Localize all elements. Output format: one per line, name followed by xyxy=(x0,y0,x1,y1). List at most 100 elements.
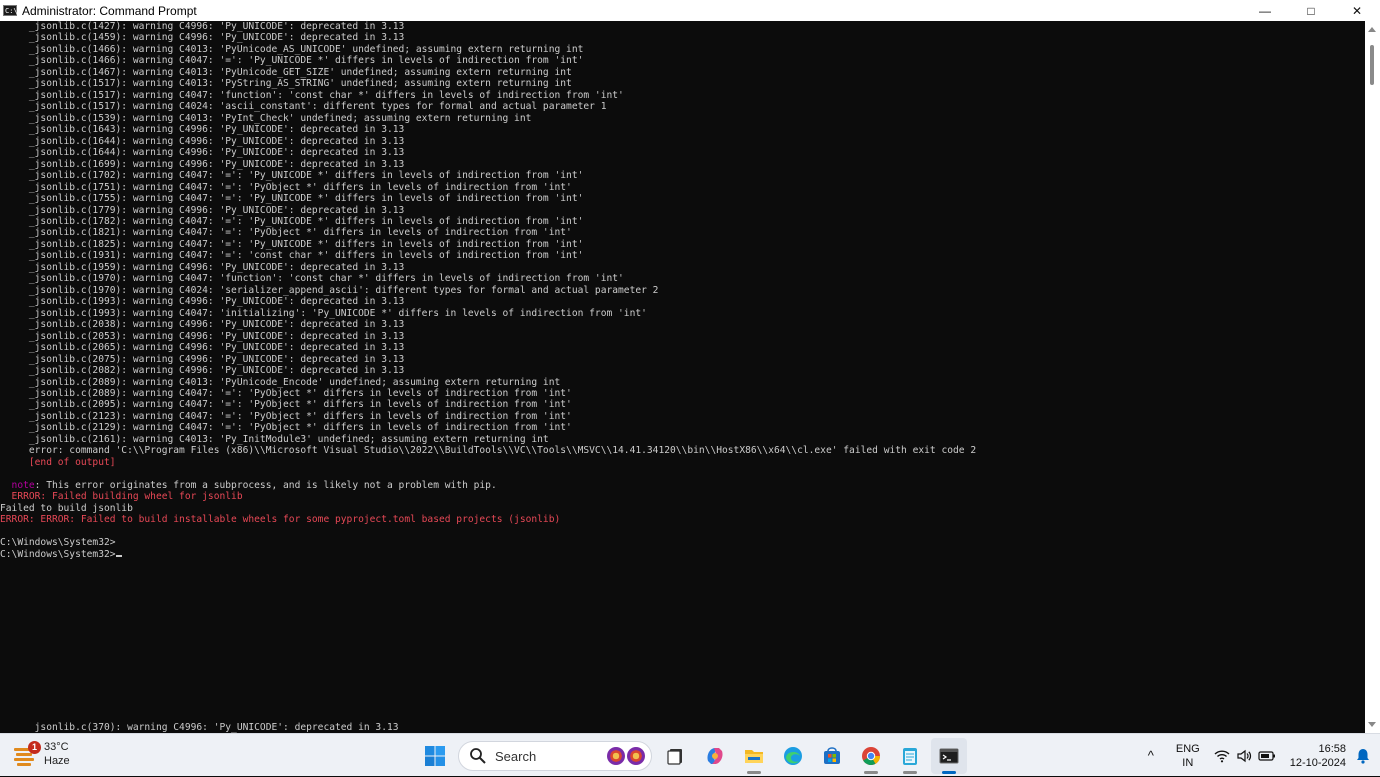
console-line-text: _jsonlib.c(1782): warning C4047: '=': 'P… xyxy=(0,215,584,227)
terminal-icon xyxy=(939,748,959,764)
console-line: ERROR: Failed building wheel for jsonlib xyxy=(0,491,976,502)
console-line: _jsonlib.c(2089): warning C4013: 'PyUnic… xyxy=(0,377,976,388)
console-line-text: _jsonlib.c(1467): warning C4013: 'PyUnic… xyxy=(0,66,572,78)
console-line-text: _jsonlib.c(1466): warning C4013: 'PyUnic… xyxy=(0,43,584,55)
console-line: _jsonlib.c(1467): warning C4013: 'PyUnic… xyxy=(0,67,976,78)
console-line-text: _jsonlib.c(1644): warning C4996: 'Py_UNI… xyxy=(0,147,405,159)
console-output[interactable]: _jsonlib.c(1427): warning C4996: 'Py_UNI… xyxy=(0,21,1365,733)
console-line-text: _jsonlib.c(2065): warning C4996: 'Py_UNI… xyxy=(0,342,405,354)
clock-date: 12-10-2024 xyxy=(1289,756,1346,769)
wifi-icon[interactable] xyxy=(1214,749,1230,763)
console-line-text: _jsonlib.c(1993): warning C4047: 'initia… xyxy=(0,307,647,319)
console-line-text: _jsonlib.c(1825): warning C4047: '=': 'P… xyxy=(0,238,584,250)
maximize-button[interactable]: □ xyxy=(1288,0,1334,21)
running-indicator xyxy=(864,771,878,774)
text-cursor xyxy=(115,554,122,557)
console-line-text: _jsonlib.c(1466): warning C4047: '=': 'P… xyxy=(0,55,584,67)
haze-weather-icon: 1 xyxy=(14,741,41,766)
console-line-text: _jsonlib.c(2038): warning C4996: 'Py_UNI… xyxy=(0,319,405,331)
edge-button[interactable] xyxy=(775,738,811,774)
console-line: _jsonlib.c(2089): warning C4047: '=': 'P… xyxy=(0,388,976,399)
chrome-button[interactable] xyxy=(853,738,889,774)
battery-icon[interactable] xyxy=(1258,750,1276,762)
search-highlight-icon xyxy=(605,747,645,765)
console-line-segment: note xyxy=(0,479,35,491)
console-line-text: _jsonlib.c(1699): warning C4996: 'Py_UNI… xyxy=(0,158,405,170)
console-line-text: _jsonlib.c(2075): warning C4996: 'Py_UNI… xyxy=(0,353,405,365)
console-line-text: _jsonlib.c(1821): warning C4047: '=': 'P… xyxy=(0,227,572,239)
notification-bell-icon[interactable] xyxy=(1356,748,1370,764)
minimize-button[interactable]: — xyxy=(1242,0,1288,21)
folder-icon xyxy=(745,750,763,763)
volume-icon[interactable] xyxy=(1236,749,1252,763)
console-line: _jsonlib.c(2075): warning C4996: 'Py_UNI… xyxy=(0,354,976,365)
console-line-text: _jsonlib.c(2095): warning C4047: '=': 'P… xyxy=(0,399,572,411)
console-line-text: _jsonlib.c(1459): warning C4996: 'Py_UNI… xyxy=(0,32,405,44)
console-line-text: _jsonlib.c(2129): warning C4047: '=': 'P… xyxy=(0,422,572,434)
console-line-text: _jsonlib.c(1643): warning C4996: 'Py_UNI… xyxy=(0,124,405,136)
console-line: _jsonlib.c(1644): warning C4996: 'Py_UNI… xyxy=(0,147,976,158)
console-line: _jsonlib.c(1466): warning C4013: 'PyUnic… xyxy=(0,44,976,55)
console-line: C:\Windows\System32> xyxy=(0,537,976,548)
show-hidden-icons-chevron-icon[interactable]: ^ xyxy=(1148,748,1154,763)
console-line-text: _jsonlib.c(1755): warning C4047: '=': 'P… xyxy=(0,193,584,205)
window-controls: — □ ✕ xyxy=(1242,0,1380,21)
active-window-indicator xyxy=(942,771,956,774)
close-button[interactable]: ✕ xyxy=(1334,0,1380,21)
console-line: _jsonlib.c(2082): warning C4996: 'Py_UNI… xyxy=(0,365,976,376)
language-indicator[interactable]: ENG IN xyxy=(1176,742,1200,770)
console-line-text: _jsonlib.c(1539): warning C4013: 'PyInt_… xyxy=(0,112,532,124)
console-line-text: _jsonlib.c(1517): warning C4013: 'PyStri… xyxy=(0,78,572,90)
clock[interactable]: 16:58 12-10-2024 xyxy=(1290,742,1346,770)
weather-widget[interactable]: 1 33°C Haze xyxy=(14,740,70,768)
command-prompt-taskbar-button[interactable] xyxy=(931,738,967,774)
console-line-text: _jsonlib.c(1702): warning C4047: '=': 'P… xyxy=(0,170,584,182)
taskbar-search[interactable]: Search xyxy=(458,741,652,771)
language-code: ENG xyxy=(1175,742,1200,755)
copilot-button[interactable] xyxy=(697,738,733,774)
file-explorer-button[interactable] xyxy=(736,738,772,774)
console-line-text: _jsonlib.c(1970): warning C4047: 'functi… xyxy=(0,273,624,285)
console-line-text: error: command 'C:\\Program Files (x86)\… xyxy=(0,445,977,457)
console-line: C:\Windows\System32> xyxy=(0,549,976,560)
console-line: Failed to build jsonlib xyxy=(0,503,976,514)
console-line: _jsonlib.c(2095): warning C4047: '=': 'P… xyxy=(0,399,976,410)
console-line-text: _jsonlib.c(2053): warning C4996: 'Py_UNI… xyxy=(0,330,405,342)
task-view-button[interactable] xyxy=(658,738,694,774)
console-line-text: ERROR: ERROR: Failed to build installabl… xyxy=(0,514,561,526)
console-line-text: _jsonlib.c(1779): warning C4996: 'Py_UNI… xyxy=(0,204,405,216)
notepad-button[interactable] xyxy=(892,738,928,774)
console-line: _jsonlib.c(2065): warning C4996: 'Py_UNI… xyxy=(0,342,976,353)
microsoft-store-button[interactable] xyxy=(814,738,850,774)
console-line: _jsonlib.c(1699): warning C4996: 'Py_UNI… xyxy=(0,159,976,170)
console-line: _jsonlib.c(1825): warning C4047: '=': 'P… xyxy=(0,239,976,250)
console-line: _jsonlib.c(1644): warning C4996: 'Py_UNI… xyxy=(0,136,976,147)
console-line-text: _jsonlib.c(1931): warning C4047: '=': 'c… xyxy=(0,250,584,262)
console-line: _jsonlib.c(1993): warning C4047: 'initia… xyxy=(0,308,976,319)
console-line: _jsonlib.c(2053): warning C4996: 'Py_UNI… xyxy=(0,331,976,342)
console-line: _jsonlib.c(1517): warning C4024: 'ascii_… xyxy=(0,101,976,112)
console-line-text: _jsonlib.c(2089): warning C4013: 'PyUnic… xyxy=(0,376,561,388)
vertical-scrollbar[interactable] xyxy=(1365,21,1380,733)
console-line-text: _jsonlib.c(1644): warning C4996: 'Py_UNI… xyxy=(0,135,405,147)
console-line: _jsonlib.c(1466): warning C4047: '=': 'P… xyxy=(0,55,976,66)
console-line-text: _jsonlib.c(1970): warning C4024: 'serial… xyxy=(0,284,659,296)
console-line-text: ERROR: Failed building wheel for jsonlib xyxy=(0,491,243,503)
console-line: _jsonlib.c(1970): warning C4047: 'functi… xyxy=(0,273,976,284)
region-code: IN xyxy=(1182,756,1194,769)
scroll-up-arrow-icon[interactable] xyxy=(1368,27,1376,32)
scroll-down-arrow-icon[interactable] xyxy=(1368,722,1376,727)
scrollbar-thumb[interactable] xyxy=(1370,45,1374,85)
title-bar[interactable]: C:\ Administrator: Command Prompt — □ ✕ xyxy=(0,0,1380,21)
system-tray: ^ ENG IN 16:58 12-10-2024 xyxy=(1148,734,1380,777)
console-line-text: [end of output] xyxy=(0,456,116,468)
command-prompt-icon: C:\ xyxy=(3,5,18,16)
console-line: _jsonlib.c(1970): warning C4024: 'serial… xyxy=(0,285,976,296)
console-line: _jsonlib.c(1539): warning C4013: 'PyInt_… xyxy=(0,113,976,124)
console-line-text: _jsonlib.c(1517): warning C4024: 'ascii_… xyxy=(0,101,607,113)
console-line: _jsonlib.c(1931): warning C4047: '=': 'c… xyxy=(0,250,976,261)
console-line-text: C:\Windows\System32> xyxy=(0,537,116,549)
notepad-icon xyxy=(903,748,917,765)
start-button[interactable] xyxy=(417,738,453,774)
